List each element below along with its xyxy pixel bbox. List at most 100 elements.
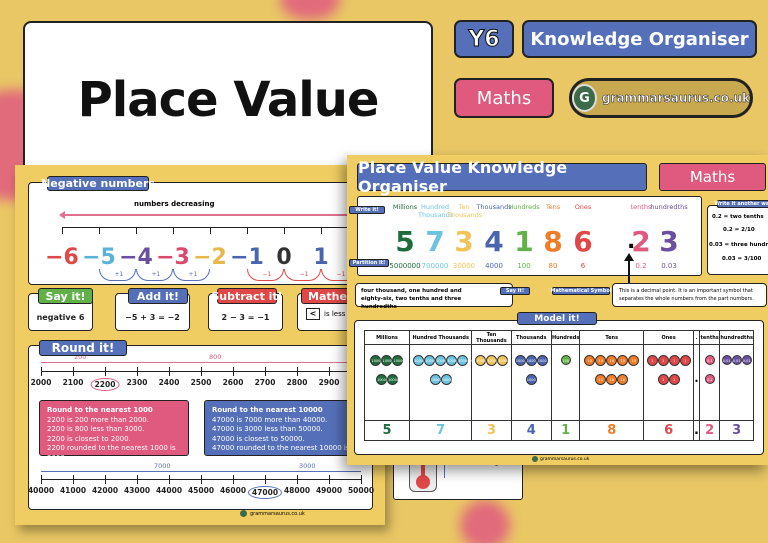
add-it-tab: Add it! — [128, 288, 188, 304]
mathematical-symbol-panel: This is a decimal point. It is an import… — [612, 283, 767, 307]
number-line-label: 48000 — [283, 486, 311, 495]
round-1000-line: 2200 is closest to 2000. — [47, 434, 131, 443]
number-line-label: 2400 — [158, 378, 180, 387]
round-1000-line: 2200 is 800 less than 3000. — [47, 425, 145, 433]
another-way-line: 0.03 = three hundredths — [709, 242, 768, 248]
write-it-tab: Write it! — [349, 206, 385, 214]
add-hop-label: +1 — [188, 271, 198, 278]
integer-label: −6 — [45, 245, 79, 270]
number-line — [62, 227, 372, 228]
number-line-tick — [210, 227, 211, 234]
counters-cell: 100001000010000 — [471, 344, 512, 421]
number-line-label: 2300 — [126, 378, 148, 387]
place-value-digit: 8 — [543, 225, 563, 258]
counters-cell: 0.01 0.01 0.01 — [719, 344, 754, 421]
place-value-digit: 5 — [395, 225, 415, 258]
distance-label-800: 800 — [209, 353, 222, 361]
place-value-column-heading: Tens — [545, 203, 561, 211]
number-line-tick — [297, 475, 298, 484]
number-line-tick — [62, 227, 63, 234]
number-line-label: 42000 — [91, 486, 119, 495]
counters-cell: 1000001000001000001000001000001000001000… — [408, 344, 473, 421]
model-column-total: 4 — [510, 420, 553, 441]
number-line-label: 41000 — [59, 486, 87, 495]
counters-cell: 0.1 0.1 — [698, 344, 721, 421]
numbers-decreasing-label: numbers decreasing — [134, 200, 215, 208]
less-than-symbol: < — [306, 308, 320, 320]
number-line-label: 2500 — [190, 378, 212, 387]
number-line-label: 50000 — [347, 486, 375, 495]
round-10000-line: 47000 rounded to the nearest 10000 is 5 — [212, 444, 357, 452]
number-line-label: 46000 — [219, 486, 247, 495]
arrow-up-icon — [624, 253, 634, 261]
circled-number-label: 47000 — [247, 486, 283, 499]
bg-decoration — [460, 500, 510, 543]
number-line-tick — [201, 475, 202, 484]
counters-cell: 1000 1000 10001000 — [510, 344, 553, 421]
model-column-header: Ones — [643, 330, 694, 345]
number-line-tick — [321, 227, 322, 234]
model-column-header: Thousands — [510, 330, 553, 345]
say-it-tab: Say it! — [38, 288, 93, 304]
number-line-tick — [329, 367, 330, 376]
subtract-it-text: 2 − 3 = −1 — [221, 313, 270, 322]
integer-label: 1 — [313, 245, 329, 270]
place-value-counter: 1000000 — [386, 374, 404, 385]
number-line-label: 2600 — [222, 378, 244, 387]
number-line-tick — [105, 367, 106, 376]
year-badge: Y6 — [454, 20, 514, 58]
place-value-digit: 4 — [484, 225, 504, 258]
dinosaur-logo-icon — [532, 456, 538, 462]
partition-value: 0.03 — [661, 262, 677, 270]
place-value-counter: 1000000 — [375, 374, 393, 385]
model-column-total: 8 — [579, 420, 645, 441]
round-10000-line: 47000 is closest to 50000. — [212, 434, 305, 443]
say-it-panel-right: four thousand, one hundred and eighty-si… — [355, 283, 513, 310]
place-value-counter: 10 — [606, 355, 618, 366]
place-value-column-heading: Ones — [574, 203, 592, 211]
round-1000-box: Round to the nearest 1000 2200 is 200 mo… — [39, 400, 189, 462]
another-way-line: 0.2 = 2/10 — [723, 227, 755, 233]
place-value-counter: 100000 — [429, 374, 444, 385]
place-value-counter: 1 — [657, 374, 669, 385]
model-column-header: Millions — [364, 330, 410, 345]
footer-brand: grammarsaurus.co.uk — [540, 456, 590, 462]
model-column-total: 5 — [364, 420, 410, 441]
another-way-line: 0.03 = 3/100 — [722, 256, 762, 262]
place-value-counter: 0.01 — [721, 355, 732, 365]
partition-value: 4000 — [485, 262, 503, 270]
place-value-counter: 0.1 — [704, 374, 715, 384]
model-it-tab: Model it! — [517, 312, 597, 325]
place-value-counter: 1 — [668, 374, 680, 385]
add-it-text: −5 + 3 = −2 — [125, 313, 180, 322]
number-line-tick — [99, 227, 100, 234]
another-way-line: 0.2 = two tenths — [712, 214, 764, 220]
integer-label: −3 — [156, 245, 190, 270]
place-value-counter: 10000 — [474, 355, 487, 366]
number-line-tick — [247, 227, 248, 234]
number-line-tick — [41, 475, 42, 484]
right-page-preview: Place Value Knowledge Organiser Maths Wr… — [347, 155, 768, 465]
number-line-tick — [169, 367, 170, 376]
add-hop-label: +1 — [151, 271, 161, 278]
dinosaur-logo-icon — [240, 510, 247, 517]
brand-logo[interactable]: G grammarsaurus.co.uk — [569, 78, 753, 118]
place-value-digit: 3 — [659, 225, 679, 258]
model-column-total: 3 — [719, 420, 754, 441]
place-value-column-heading: Millions — [392, 203, 418, 211]
counters-cell: 10000001000000100000010000001000000 — [364, 344, 410, 421]
partition-value: 30000 — [452, 262, 476, 270]
place-value-counter: 0.1 — [704, 355, 715, 365]
number-line-tick — [137, 475, 138, 484]
document-type-badge: Knowledge Organiser — [522, 20, 757, 58]
number-line-tick — [173, 227, 174, 234]
number-line-label: 45000 — [187, 486, 215, 495]
place-value-counter: 1 — [657, 355, 669, 366]
place-value-counter: 1000000 — [381, 355, 398, 366]
decreasing-arrowhead-icon — [59, 211, 65, 219]
place-value-column-heading: Thousands — [476, 203, 512, 211]
decimal-point-dot: • — [694, 377, 699, 386]
number-line-tick — [73, 367, 74, 376]
number-line-label: 43000 — [123, 486, 151, 495]
brand-name: grammarsaurus.co.uk — [601, 91, 751, 106]
